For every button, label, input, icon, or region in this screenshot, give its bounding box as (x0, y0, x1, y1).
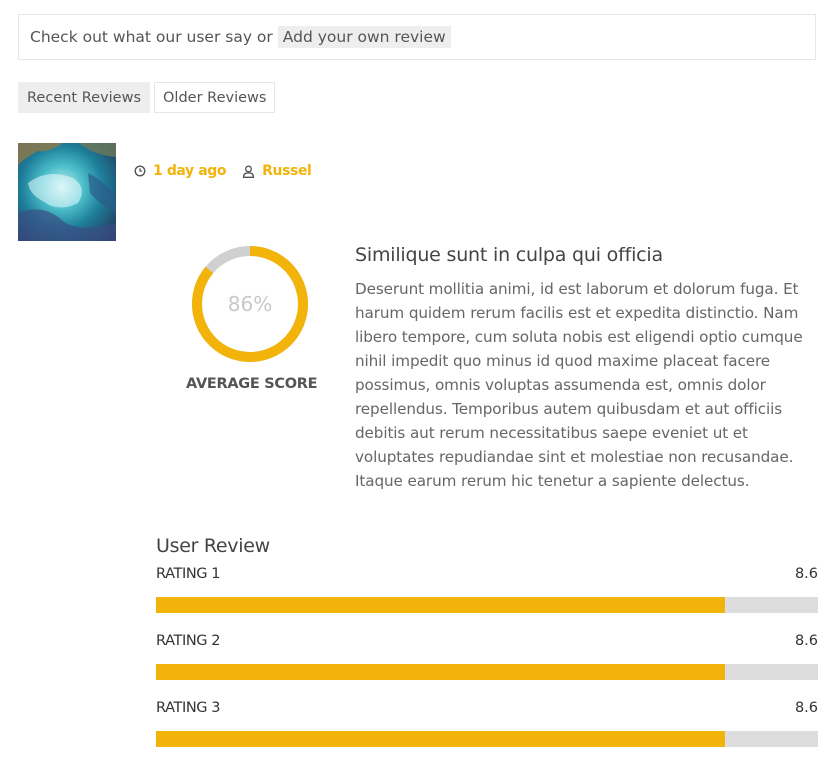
rating-bar-fill (156, 664, 726, 680)
add-review-link[interactable]: Add your own review (277, 26, 451, 48)
review-title: Similique sunt in culpa qui officia (355, 244, 663, 266)
score-label: AVERAGE SCORE (186, 376, 318, 392)
tab-older-reviews[interactable]: Older Reviews (154, 82, 276, 113)
rating-value: 8.6 (794, 566, 818, 582)
review-time: 1 day ago (134, 163, 227, 179)
clock-icon (134, 165, 146, 177)
tab-recent-reviews[interactable]: Recent Reviews (18, 82, 151, 113)
review-body: Deserunt mollitia animi, id est laborum … (355, 280, 803, 490)
rating-label: RATING 3 (156, 700, 221, 716)
review-author[interactable]: Russel (242, 163, 312, 179)
user-review-heading: User Review (156, 535, 270, 557)
rating-label: RATING 2 (156, 633, 221, 649)
rating-bar (156, 731, 818, 747)
review-author-name[interactable]: Russel (262, 163, 312, 179)
rating-value: 8.6 (794, 700, 818, 716)
rating-label: RATING 1 (156, 566, 221, 582)
review-time-text: 1 day ago (153, 163, 227, 179)
review-tabs: Recent Reviews Older Reviews (18, 82, 276, 113)
aerial-ocean-image (18, 143, 116, 241)
rating-value: 8.6 (794, 633, 818, 649)
review-notice: Check out what our user say or Add your … (18, 14, 816, 60)
average-score: 86% AVERAGE SCORE (186, 240, 318, 392)
score-ring: 86% (186, 240, 314, 368)
rating-bar (156, 597, 818, 613)
review-thumbnail[interactable] (18, 143, 116, 241)
rating-bar-fill (156, 597, 726, 613)
rating-bar-fill (156, 731, 726, 747)
rating-bar (156, 664, 818, 680)
review-notice-text: Check out what our user say or (30, 28, 273, 46)
user-icon (242, 165, 255, 178)
score-percent: 86% (227, 292, 273, 316)
review-meta: 1 day ago Russel (134, 163, 312, 179)
